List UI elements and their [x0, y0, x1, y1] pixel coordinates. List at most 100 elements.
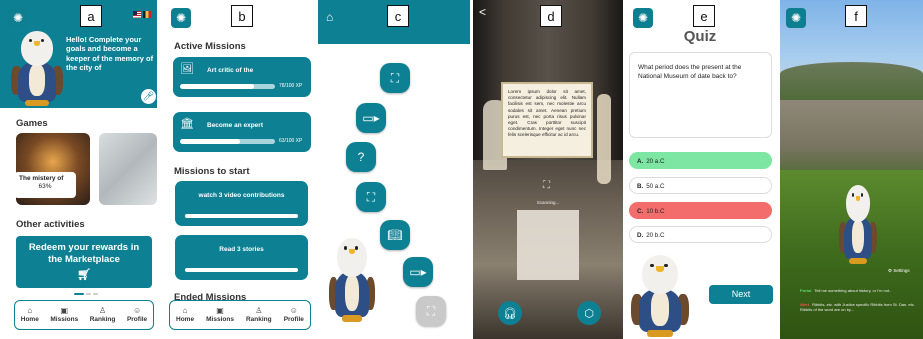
start-mission-card[interactable]: watch 3 video contributions: [175, 181, 308, 226]
3d-model-button[interactable]: ⬡: [577, 301, 601, 325]
settings-label: Settings: [893, 268, 910, 273]
video-step-button[interactable]: ▭▸: [356, 103, 386, 133]
scan-icon: ⛶: [426, 303, 436, 318]
game-card-label: The mistery of 63%: [14, 172, 76, 198]
story-step-button[interactable]: 📖︎: [380, 220, 410, 250]
nav-missions[interactable]: ▣ Missions: [206, 306, 234, 324]
start-mission-title: Read 3 stories: [219, 246, 264, 253]
cart-icon: 🛒︎: [77, 268, 91, 281]
nav-label: Ranking: [245, 316, 272, 323]
panel-tag: e: [693, 5, 715, 27]
gear-icon: ⚙: [888, 268, 893, 273]
back-arrow-icon[interactable]: <: [479, 5, 486, 19]
question-icon: ?: [357, 150, 365, 164]
home-icon: ⌂: [182, 306, 188, 315]
bottom-nav: ⌂ Home ▣ Missions ♙ Ranking ☺ Profile: [14, 300, 154, 330]
settings-button[interactable]: ⚙ Settings: [888, 268, 910, 274]
option-text: 50 a.C: [646, 183, 665, 190]
nav-missions[interactable]: ▣ Missions: [50, 307, 79, 324]
flag-alt-icon[interactable]: [143, 11, 151, 18]
book-icon: 📖︎: [387, 228, 403, 242]
mission-progress-bar: [180, 84, 275, 89]
audio-button[interactable]: 🎧︎: [498, 301, 522, 325]
eagle-mascot: [8, 28, 66, 108]
quiz-step-button[interactable]: ?: [346, 142, 376, 172]
statue-right: [597, 94, 611, 184]
home-icon[interactable]: ⌂: [326, 10, 340, 24]
video-step-button[interactable]: ▭▸: [403, 257, 433, 287]
next-button[interactable]: Next: [709, 285, 773, 304]
panel-missions: ✺ b Active Missions 🖼︎ Art critic of the…: [163, 0, 314, 339]
nav-label: Home: [176, 316, 195, 323]
missions-icon: ▣: [216, 306, 224, 315]
ar-legend-row: Portal Tell me something about history, o…: [800, 288, 915, 293]
mission-card[interactable]: 🖼︎ Art critic of the 78/100 XP: [173, 57, 311, 97]
game-card-title: The mistery of: [19, 175, 64, 182]
display-pedestal: [517, 210, 579, 280]
microphone-icon[interactable]: 🎤︎: [141, 89, 156, 104]
answer-option[interactable]: D. 20 b.C: [629, 226, 772, 243]
panel-map-path: ⌂ c ⛶ ▭▸ ? ⛶ 📖︎ ▭▸ ⛶: [318, 0, 470, 339]
scan-icon: ⛶: [366, 189, 376, 204]
scan-icon: ⛶: [390, 70, 400, 85]
eagle-mascot: [627, 252, 693, 339]
mission-xp: 78/100 XP: [279, 83, 303, 89]
nav-profile[interactable]: ☺ Profile: [127, 306, 147, 324]
column-icon: 🏛︎: [180, 118, 194, 130]
nav-ranking[interactable]: ♙ Ranking: [89, 307, 116, 324]
scanning-label: Scanning...: [536, 200, 560, 205]
nav-ranking[interactable]: ♙ Ranking: [245, 306, 272, 324]
ranking-icon: ♙: [255, 306, 263, 315]
redeem-marketplace-card[interactable]: Redeem your rewards in the Marketplace 🛒…: [16, 236, 152, 288]
active-missions-heading: Active Missions: [174, 41, 246, 52]
panel-ar-scan: < d Lorem ipsum dolor sit amet, consecte…: [473, 0, 623, 339]
answer-option[interactable]: B. 50 a.C: [629, 177, 772, 194]
start-mission-title: watch 3 video contributions: [198, 192, 285, 199]
panel-tag: f: [845, 5, 867, 27]
profile-icon: ☺: [132, 306, 142, 315]
redeem-label: Redeem your rewards in the Marketplace: [28, 242, 140, 266]
eagle-mascot-ar[interactable]: [836, 182, 880, 266]
museum-logo-icon: ✺: [8, 8, 28, 28]
panel-home: ✺ a Hello! Complete your goals and becom…: [0, 0, 157, 339]
quiz-title: Quiz: [683, 28, 717, 45]
option-text: 20 a.C: [646, 158, 665, 165]
home-icon: ⌂: [27, 306, 33, 315]
nav-label: Missions: [50, 316, 79, 323]
legend-key: Portal: [800, 288, 812, 293]
legend-text: Ribbits, etc. with Justice specific Ribb…: [800, 302, 915, 313]
hills-background: [780, 62, 923, 102]
answer-option[interactable]: C. 10 b.C: [629, 202, 772, 219]
option-key: B.: [637, 183, 644, 190]
answer-option[interactable]: A. 20 a.C: [629, 152, 772, 169]
game-card-second[interactable]: [99, 133, 157, 205]
panel-tag: b: [231, 5, 253, 27]
option-key: D.: [637, 232, 644, 239]
headphones-icon: 🎧︎: [503, 307, 517, 320]
start-mission-card[interactable]: Read 3 stories: [175, 235, 308, 280]
option-text: 10 b.C: [646, 208, 665, 215]
mission-title: Art critic of the: [207, 67, 254, 74]
flag-us-icon[interactable]: [133, 11, 141, 18]
option-text: 20 b.C: [646, 232, 665, 239]
nav-home[interactable]: ⌂ Home: [21, 306, 39, 324]
scan-step-button[interactable]: ⛶: [356, 182, 386, 212]
nav-home[interactable]: ⌂ Home: [176, 306, 195, 324]
nav-label: Profile: [283, 316, 304, 323]
games-heading: Games: [16, 118, 48, 129]
panel-quiz: ✺ e Quiz What period does the present at…: [625, 0, 775, 339]
ruins-background: [780, 100, 923, 175]
nav-label: Ranking: [89, 316, 116, 323]
scan-step-button[interactable]: ⛶: [380, 63, 410, 93]
painting-icon: 🖼︎: [180, 63, 194, 75]
legend-text: Tell me something about history, or I'm …: [814, 288, 892, 293]
question-box: What period does the present at the Nati…: [629, 52, 772, 138]
mission-xp: 63/100 XP: [279, 138, 303, 144]
eagle-mascot: [326, 234, 378, 324]
panel-tag: d: [540, 5, 562, 27]
option-key: A.: [637, 158, 644, 165]
nav-profile[interactable]: ☺ Profile: [283, 307, 304, 324]
mission-card[interactable]: 🏛︎ Become an expert 63/100 XP: [173, 112, 311, 152]
nav-label: Missions: [206, 316, 234, 323]
panel-ar-outdoor: ✺ f ⚙ Settings Portal Tell me something a…: [780, 0, 923, 339]
